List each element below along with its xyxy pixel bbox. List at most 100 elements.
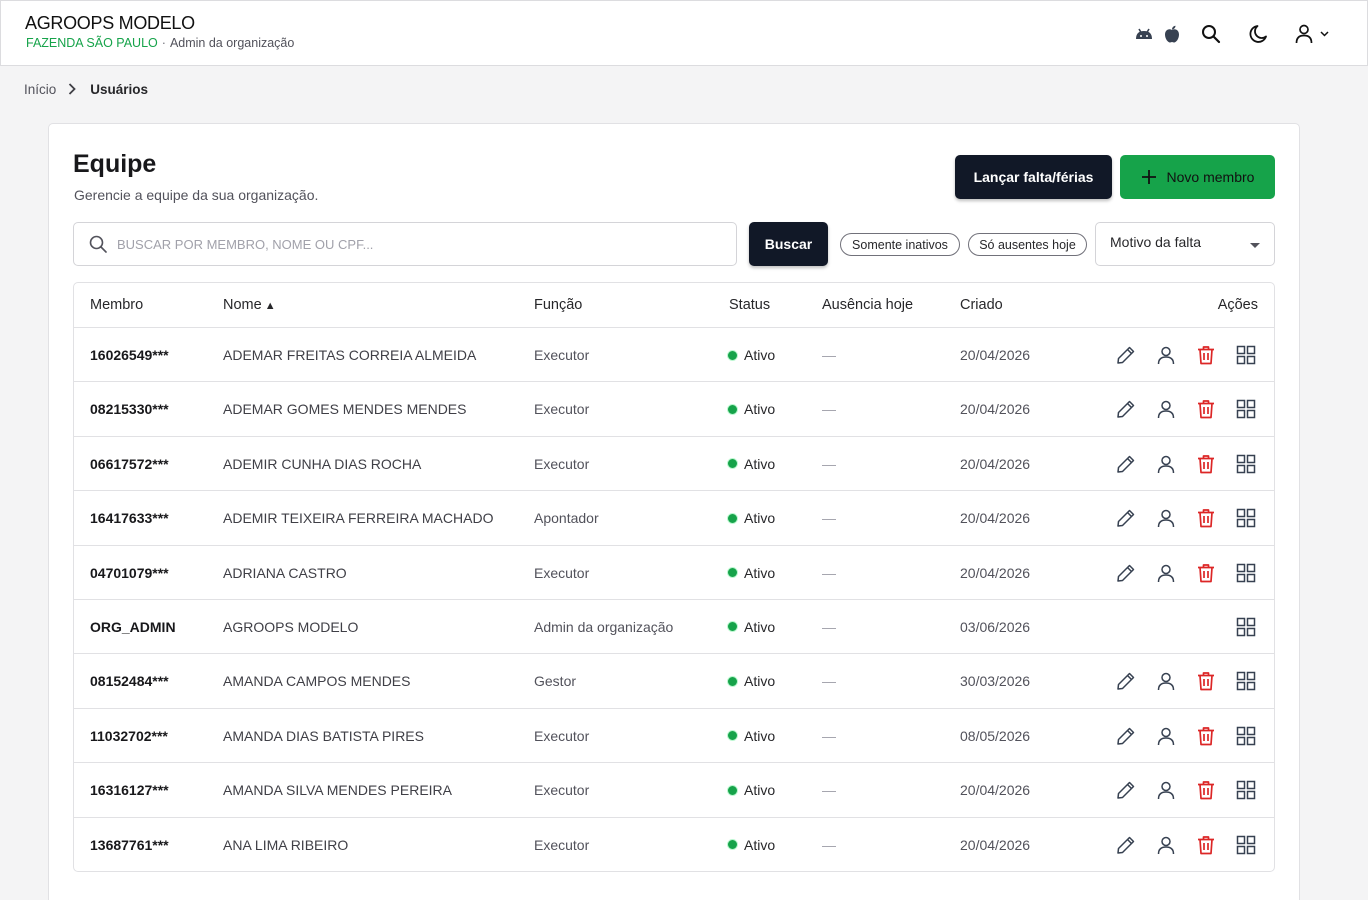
new-member-button[interactable]: Novo membro: [1120, 155, 1275, 199]
table-row[interactable]: 16026549*** ADEMAR FREITAS CORREIA ALMEI…: [74, 328, 1274, 383]
android-icon[interactable]: [1133, 25, 1155, 43]
edit-button[interactable]: [1114, 343, 1138, 367]
edit-button[interactable]: [1114, 778, 1138, 802]
cell-absence: —: [822, 455, 836, 472]
breadcrumb-home[interactable]: Início: [24, 82, 56, 97]
qr-grid-icon: [1236, 400, 1256, 419]
edit-button[interactable]: [1114, 561, 1138, 585]
profile-button[interactable]: [1154, 778, 1178, 802]
delete-button[interactable]: [1194, 506, 1218, 530]
qr-button[interactable]: [1234, 343, 1258, 367]
delete-button[interactable]: [1194, 669, 1218, 693]
col-name[interactable]: Nome ▲: [223, 297, 276, 313]
search-box[interactable]: [73, 222, 737, 266]
search-button[interactable]: Buscar: [749, 222, 828, 266]
user-menu-button[interactable]: [1293, 23, 1329, 45]
status-label: Ativo: [744, 673, 776, 690]
delete-button[interactable]: [1194, 397, 1218, 421]
delete-button[interactable]: [1194, 452, 1218, 476]
qr-grid-icon: [1236, 780, 1256, 800]
user-icon: [1157, 455, 1175, 473]
page-title: Equipe: [73, 150, 157, 178]
profile-button[interactable]: [1154, 343, 1178, 367]
cell-created: 20/04/2026: [960, 836, 1031, 853]
qr-button[interactable]: [1234, 506, 1258, 530]
edit-button[interactable]: [1114, 452, 1138, 476]
table-row[interactable]: 16417633*** ADEMIR TEIXEIRA FERREIRA MAC…: [74, 491, 1274, 546]
table-row[interactable]: 06617572*** ADEMIR CUNHA DIAS ROCHA Exec…: [74, 437, 1274, 492]
absence-button[interactable]: Lançar falta/férias: [955, 155, 1112, 199]
edit-button[interactable]: [1114, 724, 1138, 748]
cell-status: Ativo: [727, 510, 775, 526]
qr-button[interactable]: [1234, 669, 1258, 693]
table-row[interactable]: 08152484*** AMANDA CAMPOS MENDES Gestor …: [74, 654, 1274, 709]
col-status[interactable]: Status: [729, 297, 770, 313]
cell-role: Executor: [534, 836, 590, 853]
status-dot-icon: [727, 675, 738, 687]
table-row[interactable]: 16316127*** AMANDA SILVA MENDES PEREIRA …: [74, 763, 1274, 818]
chip-absent-today[interactable]: Só ausentes hoje: [968, 233, 1087, 256]
apple-icon[interactable]: [1163, 24, 1181, 44]
moon-icon[interactable]: [1248, 23, 1270, 45]
cell-status: Ativo: [727, 782, 775, 798]
cell-created: 20/04/2026: [960, 510, 1031, 527]
absence-reason-select[interactable]: Motivo da falta: [1095, 222, 1275, 266]
profile-button[interactable]: [1154, 724, 1178, 748]
status-dot-icon: [727, 839, 738, 851]
qr-button[interactable]: [1234, 452, 1258, 476]
status-label: Ativo: [744, 455, 776, 472]
qr-button[interactable]: [1234, 833, 1258, 857]
user-role: Admin da organização: [169, 36, 295, 50]
cell-role: Executor: [534, 727, 590, 744]
cell-role: Executor: [534, 455, 590, 472]
search-icon[interactable]: [1200, 23, 1222, 45]
table-row[interactable]: ORG_ADMIN AGROOPS MODELO Admin da organi…: [74, 600, 1274, 655]
delete-button[interactable]: [1194, 724, 1218, 748]
pencil-icon: [1117, 509, 1135, 527]
delete-button[interactable]: [1194, 561, 1218, 585]
edit-button[interactable]: [1114, 833, 1138, 857]
cell-role: Admin da organização: [534, 618, 674, 635]
chip-only-inactive[interactable]: Somente inativos: [840, 233, 960, 256]
row-actions: [1114, 506, 1258, 530]
cell-created: 20/04/2026: [960, 782, 1031, 799]
profile-button[interactable]: [1154, 561, 1178, 585]
profile-button[interactable]: [1154, 833, 1178, 857]
cell-member: 16417633***: [90, 510, 169, 527]
pencil-icon: [1117, 781, 1135, 799]
profile-button[interactable]: [1154, 397, 1178, 421]
edit-button[interactable]: [1114, 506, 1138, 530]
cell-member: 06617572***: [90, 455, 169, 472]
col-member[interactable]: Membro: [90, 297, 143, 313]
col-created[interactable]: Criado: [960, 297, 1003, 313]
search-input[interactable]: [117, 223, 736, 265]
cell-name: ADEMIR CUNHA DIAS ROCHA: [223, 455, 422, 472]
col-absence[interactable]: Ausência hoje: [822, 297, 913, 313]
delete-button[interactable]: [1194, 778, 1218, 802]
delete-button[interactable]: [1194, 343, 1218, 367]
cell-member: 08152484***: [90, 673, 169, 690]
qr-grid-icon: [1236, 563, 1256, 582]
table-row[interactable]: 13687761*** ANA LIMA RIBEIRO Executor At…: [74, 818, 1274, 871]
qr-button[interactable]: [1234, 561, 1258, 585]
trash-icon: [1198, 672, 1214, 691]
table-row[interactable]: 04701079*** ADRIANA CASTRO Executor Ativ…: [74, 546, 1274, 600]
col-role[interactable]: Função: [534, 297, 582, 313]
chevron-right-icon: [68, 83, 77, 95]
qr-button[interactable]: [1234, 724, 1258, 748]
qr-button[interactable]: [1234, 615, 1258, 639]
org-name[interactable]: FAZENDA SÃO PAULO: [26, 36, 158, 50]
profile-button[interactable]: [1154, 452, 1178, 476]
qr-button[interactable]: [1234, 778, 1258, 802]
profile-button[interactable]: [1154, 506, 1178, 530]
app-title: AGROOPS MODELO: [25, 13, 195, 33]
table-row[interactable]: 11032702*** AMANDA DIAS BATISTA PIRES Ex…: [74, 709, 1274, 764]
profile-button[interactable]: [1154, 669, 1178, 693]
qr-button[interactable]: [1234, 397, 1258, 421]
edit-button[interactable]: [1114, 669, 1138, 693]
cell-member: 16026549***: [90, 347, 169, 363]
table-row[interactable]: 08215330*** ADEMAR GOMES MENDES MENDES E…: [74, 382, 1274, 437]
delete-button[interactable]: [1194, 833, 1218, 857]
user-icon: [1295, 24, 1313, 44]
edit-button[interactable]: [1114, 397, 1138, 421]
